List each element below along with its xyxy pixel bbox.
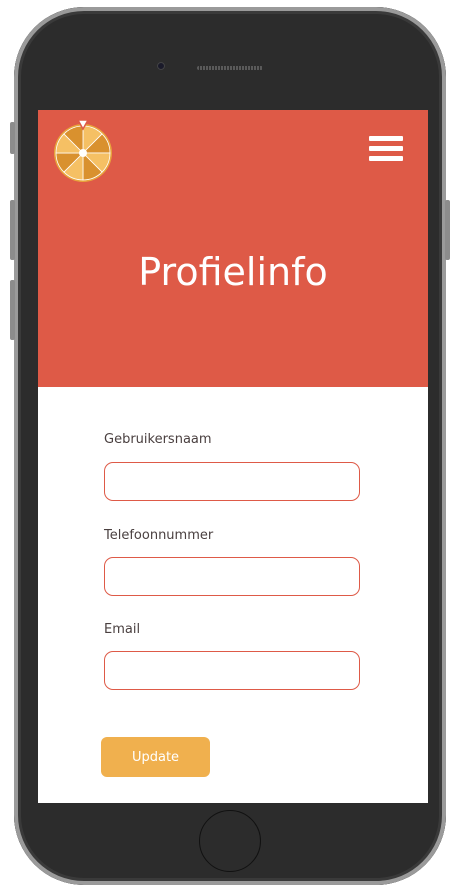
mute-switch — [10, 122, 15, 154]
hamburger-menu-icon[interactable] — [369, 136, 403, 164]
power-button — [445, 200, 450, 260]
update-button[interactable]: Update — [101, 737, 210, 777]
earpiece-speaker — [197, 66, 263, 70]
app-screen: Profielinfo Gebruikersnaam Telefoonnumme… — [38, 110, 428, 803]
username-label: Gebruikersnaam — [104, 432, 212, 447]
phone-input[interactable] — [104, 557, 360, 596]
front-camera — [157, 62, 165, 70]
email-label: Email — [104, 622, 141, 637]
prize-wheel-icon[interactable] — [52, 118, 114, 184]
header: Profielinfo — [38, 110, 428, 387]
username-input[interactable] — [104, 462, 360, 501]
phone-label: Telefoonnummer — [104, 528, 214, 543]
page-title: Profielinfo — [138, 250, 328, 294]
wheel-hub — [79, 149, 87, 157]
home-button[interactable] — [199, 810, 261, 872]
volume-up-button — [10, 200, 15, 260]
email-input[interactable] — [104, 651, 360, 690]
volume-down-button — [10, 280, 15, 340]
